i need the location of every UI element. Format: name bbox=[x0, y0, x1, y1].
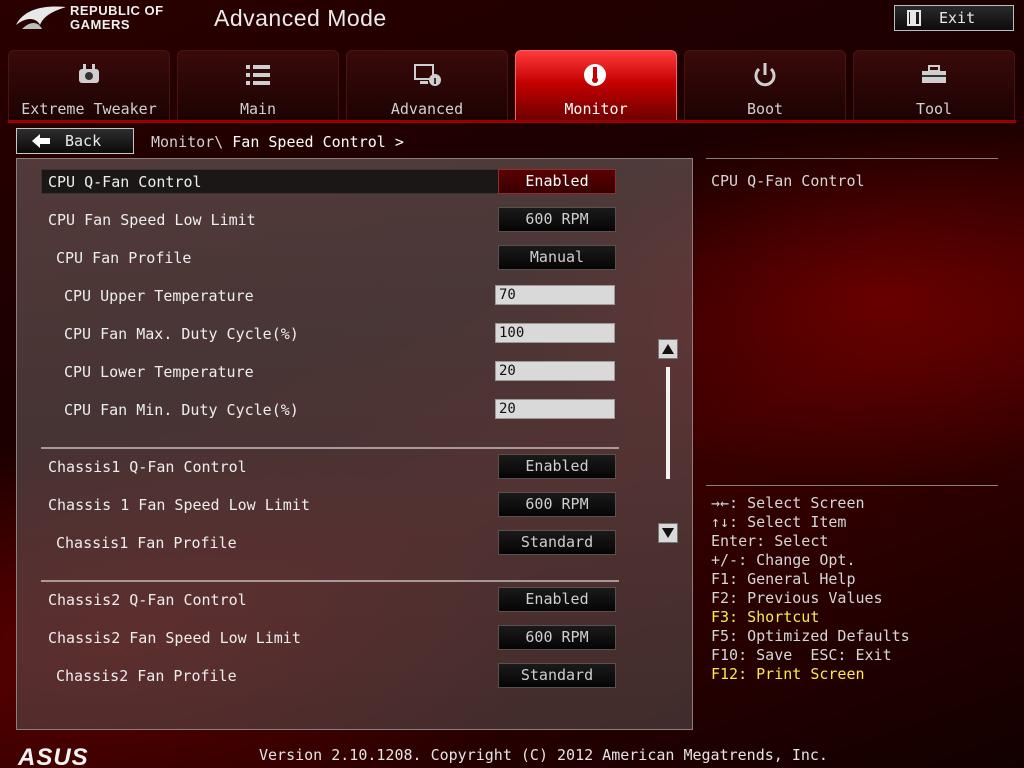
asus-logo: ASUS bbox=[18, 744, 89, 768]
tweaker-icon bbox=[79, 64, 99, 83]
setting-row-ch1-qfan[interactable]: Chassis1 Q-Fan Control Enabled bbox=[17, 454, 677, 480]
tab-advanced[interactable]: Advanced bbox=[346, 50, 508, 122]
tab-monitor[interactable]: Monitor bbox=[515, 50, 677, 122]
exit-button[interactable]: Exit bbox=[894, 5, 1014, 31]
list-icon bbox=[246, 65, 270, 85]
triangle-down-icon bbox=[662, 528, 674, 538]
setting-label: Chassis 1 Fan Speed Low Limit bbox=[48, 496, 310, 514]
ch2-qfan-value[interactable]: Enabled bbox=[498, 587, 616, 612]
key-hint-print-screen[interactable]: F12: Print Screen bbox=[711, 665, 910, 684]
advanced-icon bbox=[414, 64, 441, 86]
key-hint: →←: Select Screen bbox=[711, 494, 865, 512]
setting-row-ch2-profile[interactable]: Chassis2 Fan Profile Standard bbox=[17, 663, 677, 689]
setting-label: CPU Fan Speed Low Limit bbox=[48, 211, 256, 229]
cpu-max-duty-input[interactable]: 100 bbox=[495, 323, 615, 343]
setting-row-ch2-low-limit[interactable]: Chassis2 Fan Speed Low Limit 600 RPM bbox=[17, 625, 677, 651]
setting-label: Chassis1 Fan Profile bbox=[56, 534, 237, 552]
setting-row-ch2-qfan[interactable]: Chassis2 Q-Fan Control Enabled bbox=[17, 587, 677, 613]
tab-label: Advanced bbox=[390, 100, 464, 118]
setting-label: CPU Q-Fan Control bbox=[48, 173, 202, 191]
cpu-upper-temp-input[interactable]: 70 bbox=[495, 285, 615, 305]
tab-bar: Extreme Tweaker Main Advanced Monitor Bo… bbox=[8, 50, 1016, 122]
back-button[interactable]: Back bbox=[16, 128, 134, 154]
ch1-profile-value[interactable]: Standard bbox=[498, 530, 616, 555]
breadcrumb-current: Fan Speed Control > bbox=[223, 133, 404, 151]
header-bar: REPUBLIC OF GAMERS Advanced Mode Exit bbox=[0, 0, 1024, 42]
scrollbar-thumb[interactable] bbox=[666, 367, 670, 479]
help-divider-top bbox=[706, 158, 998, 159]
key-legend: →←: Select Screen ↑↓: Select Item Enter:… bbox=[711, 494, 910, 684]
ch2-profile-value[interactable]: Standard bbox=[498, 663, 616, 688]
setting-label: Chassis2 Fan Profile bbox=[56, 667, 237, 685]
ch2-low-limit-value[interactable]: 600 RPM bbox=[498, 625, 616, 650]
tab-label: Tool bbox=[915, 100, 953, 118]
tab-label: Boot bbox=[746, 100, 784, 118]
cpu-low-limit-value[interactable]: 600 RPM bbox=[498, 207, 616, 232]
ch1-qfan-value[interactable]: Enabled bbox=[498, 454, 616, 479]
tab-tool[interactable]: Tool bbox=[853, 50, 1015, 122]
setting-label: Chassis1 Q-Fan Control bbox=[48, 458, 247, 476]
help-divider-keys bbox=[706, 485, 998, 486]
version-text: Version 2.10.1208. Copyright (C) 2012 Am… bbox=[259, 746, 828, 764]
section-divider bbox=[41, 580, 619, 582]
key-hint: F1: General Help bbox=[711, 570, 856, 588]
breadcrumb-parent[interactable]: Monitor\ bbox=[151, 133, 223, 151]
back-label: Back bbox=[65, 132, 102, 150]
tab-main[interactable]: Main bbox=[177, 50, 339, 122]
cpu-lower-temp-input[interactable]: 20 bbox=[495, 361, 615, 381]
setting-row-cpu-lower-temp[interactable]: CPU Lower Temperature 20 bbox=[17, 359, 677, 385]
toolbox-icon bbox=[922, 65, 946, 83]
cpu-min-duty-input[interactable]: 20 bbox=[495, 399, 615, 419]
key-hint: Enter: Select bbox=[711, 532, 829, 550]
brand-line-1: REPUBLIC OF bbox=[70, 3, 164, 18]
back-arrow-icon bbox=[32, 134, 50, 148]
brand-line-2: GAMERS bbox=[70, 17, 131, 32]
key-hint: F10: Save ESC: Exit bbox=[711, 646, 892, 664]
setting-label: Chassis2 Fan Speed Low Limit bbox=[48, 629, 301, 647]
setting-label: Chassis2 Q-Fan Control bbox=[48, 591, 247, 609]
key-hint-shortcut[interactable]: F3: Shortcut bbox=[711, 608, 910, 627]
cpu-qfan-value[interactable]: Enabled bbox=[498, 169, 616, 194]
tab-boot[interactable]: Boot bbox=[684, 50, 846, 122]
setting-row-cpu-min-duty[interactable]: CPU Fan Min. Duty Cycle(%) 20 bbox=[17, 397, 677, 423]
key-hint: ↑↓: Select Item bbox=[711, 513, 847, 531]
tab-label: Extreme Tweaker bbox=[21, 100, 157, 118]
tab-label: Main bbox=[239, 100, 277, 118]
section-divider bbox=[41, 447, 619, 449]
setting-row-ch1-low-limit[interactable]: Chassis 1 Fan Speed Low Limit 600 RPM bbox=[17, 492, 677, 518]
setting-label: CPU Upper Temperature bbox=[64, 287, 254, 305]
cpu-profile-value[interactable]: Manual bbox=[498, 245, 616, 270]
setting-row-cpu-upper-temp[interactable]: CPU Upper Temperature 70 bbox=[17, 283, 677, 309]
triangle-up-icon bbox=[662, 344, 674, 354]
setting-label: CPU Fan Min. Duty Cycle(%) bbox=[64, 401, 299, 419]
exit-label: Exit bbox=[939, 9, 976, 27]
breadcrumb: Monitor\ Fan Speed Control > bbox=[151, 133, 404, 151]
exit-door-icon bbox=[907, 10, 921, 26]
help-title: CPU Q-Fan Control bbox=[711, 172, 865, 190]
setting-row-ch1-profile[interactable]: Chassis1 Fan Profile Standard bbox=[17, 530, 677, 556]
key-hint: F2: Previous Values bbox=[711, 589, 883, 607]
mode-title: Advanced Mode bbox=[214, 5, 387, 31]
setting-row-cpu-qfan[interactable]: CPU Q-Fan Control Enabled bbox=[17, 169, 677, 195]
setting-label: CPU Fan Profile bbox=[56, 249, 192, 267]
power-icon bbox=[754, 63, 776, 87]
rog-brand-text: REPUBLIC OF GAMERS bbox=[70, 4, 164, 32]
setting-row-cpu-profile[interactable]: CPU Fan Profile Manual bbox=[17, 245, 677, 271]
key-hint: F5: Optimized Defaults bbox=[711, 627, 910, 645]
setting-label: CPU Lower Temperature bbox=[64, 363, 254, 381]
setting-row-cpu-low-limit[interactable]: CPU Fan Speed Low Limit 600 RPM bbox=[17, 207, 677, 233]
ch1-low-limit-value[interactable]: 600 RPM bbox=[498, 492, 616, 517]
settings-panel: CPU Q-Fan Control Enabled CPU Fan Speed … bbox=[16, 158, 693, 730]
scroll-down-button[interactable] bbox=[658, 523, 678, 543]
tab-extreme-tweaker[interactable]: Extreme Tweaker bbox=[8, 50, 170, 122]
rog-logo-icon bbox=[16, 6, 66, 29]
setting-label: CPU Fan Max. Duty Cycle(%) bbox=[64, 325, 299, 343]
setting-row-cpu-max-duty[interactable]: CPU Fan Max. Duty Cycle(%) 100 bbox=[17, 321, 677, 347]
tab-label: Monitor bbox=[564, 100, 628, 118]
tab-strip bbox=[8, 120, 1016, 123]
key-hint: +/-: Change Opt. bbox=[711, 551, 856, 569]
scroll-up-button[interactable] bbox=[658, 339, 678, 359]
monitor-icon bbox=[584, 64, 606, 86]
